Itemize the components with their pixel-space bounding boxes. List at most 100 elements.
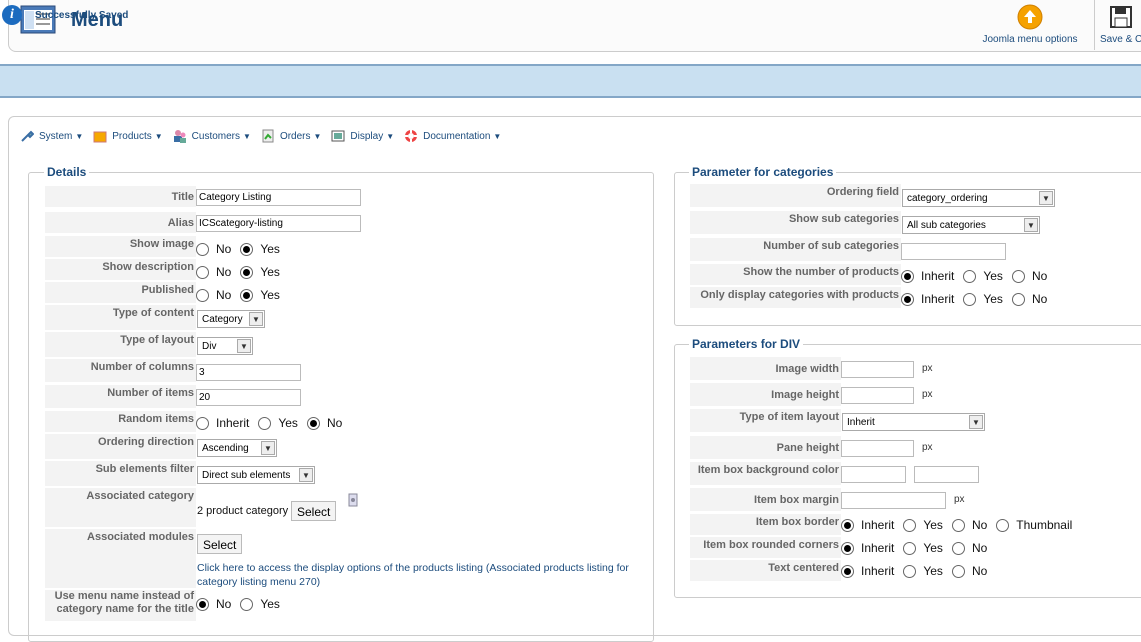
alias-input[interactable]: ICScategory-listing [196,215,361,232]
select-category-button[interactable]: Select [291,501,337,521]
joomla-menu-options-button[interactable]: Joomla menu options [970,4,1090,48]
top-menu: System ▼ Products ▼ Customers ▼ Orders ▼ Dis… [20,128,511,144]
ordering-field-select[interactable]: category_ordering ▼ [902,189,1055,207]
ordering-direction-label: Ordering direction [45,434,196,460]
associated-category-value: 2 product category [197,505,289,517]
num-items-input[interactable]: 20 [196,389,301,406]
num-sub-categories-label: Number of sub categories [690,238,901,262]
published-label: Published [45,282,196,304]
item-border-yes[interactable]: Yes [903,518,943,532]
floppy-disk-icon [1108,4,1134,30]
num-sub-categories-input[interactable] [901,243,1006,260]
title-input[interactable]: Category Listing [196,189,361,206]
text-centered-label: Text centered [690,560,841,582]
menu-system-label: System [39,130,73,142]
sub-elements-filter-select[interactable]: Direct sub elements ▼ [197,466,315,484]
pane-height-input[interactable] [841,440,914,457]
item-bg-color-input-2[interactable] [914,466,979,483]
pane-height-unit: px [922,442,933,453]
details-legend: Details [44,165,90,179]
only-display-no[interactable]: No [1011,292,1047,306]
only-display-yes[interactable]: Yes [963,292,1003,306]
associated-modules-label: Associated modules [45,529,196,589]
show-description-no[interactable]: No [196,265,231,279]
save-close-label: Save & C [1100,34,1141,45]
type-layout-select[interactable]: Div ▼ [197,337,253,355]
image-height-unit: px [922,389,933,400]
published-yes[interactable]: Yes [240,288,280,302]
use-menu-name-yes[interactable]: Yes [240,597,280,611]
pane-height-label: Pane height [690,436,841,460]
joomla-menu-options-label: Joomla menu options [982,34,1078,45]
use-menu-name-no[interactable]: No [196,597,231,611]
success-message-bar [0,64,1141,98]
item-border-inherit[interactable]: Inherit [841,518,894,532]
menu-system[interactable]: System ▼ [20,128,83,144]
alias-label: Alias [45,212,196,234]
item-margin-input[interactable] [841,492,946,509]
image-height-label: Image height [690,383,841,407]
dropdown-arrow-icon: ▼ [969,415,983,429]
item-bg-color-input-1[interactable] [841,466,906,483]
text-centered-inherit[interactable]: Inherit [841,564,894,578]
show-number-products-radio: Inherit Yes No [901,269,1056,283]
num-columns-label: Number of columns [45,359,196,383]
dropdown-arrow-icon: ▼ [249,312,263,326]
only-display-categories-label: Only display categories with products [690,287,901,309]
random-items-yes[interactable]: Yes [258,416,298,430]
show-number-inherit[interactable]: Inherit [901,269,954,283]
up-arrow-icon [1017,4,1043,30]
lifebuoy-icon [404,129,418,143]
published-no[interactable]: No [196,288,231,302]
type-item-layout-select[interactable]: Inherit ▼ [842,413,985,431]
item-rounded-inherit[interactable]: Inherit [841,541,894,555]
info-icon: i [2,5,22,25]
num-columns-input[interactable]: 3 [196,364,301,381]
menu-products-label: Products [112,130,152,142]
display-options-link[interactable]: Click here to access the display options… [197,561,637,589]
random-items-inherit[interactable]: Inherit [196,416,249,430]
text-centered-no[interactable]: No [951,564,987,578]
show-image-yes[interactable]: Yes [240,242,280,256]
menu-orders-label: Orders [279,130,311,142]
item-rounded-no[interactable]: No [951,541,987,555]
show-number-products-label: Show the number of products [690,264,901,286]
menu-documentation[interactable]: Documentation ▼ [404,128,501,144]
select-modules-button[interactable]: Select [197,534,243,554]
image-width-label: Image width [690,357,841,381]
dropdown-arrow-icon: ▼ [1024,218,1038,232]
type-content-select[interactable]: Category ▼ [197,310,265,328]
only-display-inherit[interactable]: Inherit [901,292,954,306]
clear-icon[interactable] [348,493,358,507]
random-items-no[interactable]: No [306,416,342,430]
show-sub-categories-select[interactable]: All sub categories ▼ [902,216,1040,234]
show-number-no[interactable]: No [1011,269,1047,283]
menu-display[interactable]: Display ▼ [331,128,394,144]
item-margin-label: Item box margin [690,488,841,512]
menu-customers[interactable]: Customers ▼ [173,128,251,144]
item-border-thumbnail[interactable]: Thumbnail [996,518,1072,532]
show-number-yes[interactable]: Yes [963,269,1003,283]
item-rounded-yes[interactable]: Yes [903,541,943,555]
show-description-radio: No Yes [196,265,289,279]
menu-orders[interactable]: Orders ▼ [261,128,321,144]
item-border-no[interactable]: No [951,518,987,532]
random-items-radio: Inherit Yes No [196,416,351,430]
item-bg-color-label: Item box background color [690,462,841,486]
wrench-icon [20,129,35,143]
image-width-input[interactable] [841,361,914,378]
users-icon [173,129,187,143]
show-image-no[interactable]: No [196,242,231,256]
save-close-button[interactable]: Save & C [1100,4,1141,48]
ordering-field-label: Ordering field [690,184,901,208]
item-margin-unit: px [954,494,965,505]
text-centered-yes[interactable]: Yes [903,564,943,578]
menu-documentation-label: Documentation [423,130,491,142]
show-description-yes[interactable]: Yes [240,265,280,279]
ordering-direction-select[interactable]: Ascending ▼ [197,439,277,457]
menu-display-label: Display [350,130,384,142]
image-height-input[interactable] [841,387,914,404]
menu-products[interactable]: Products ▼ [93,128,163,144]
item-rounded-radio: Inherit Yes No [841,541,996,555]
use-menu-name-label: Use menu name instead of category name f… [45,590,196,622]
